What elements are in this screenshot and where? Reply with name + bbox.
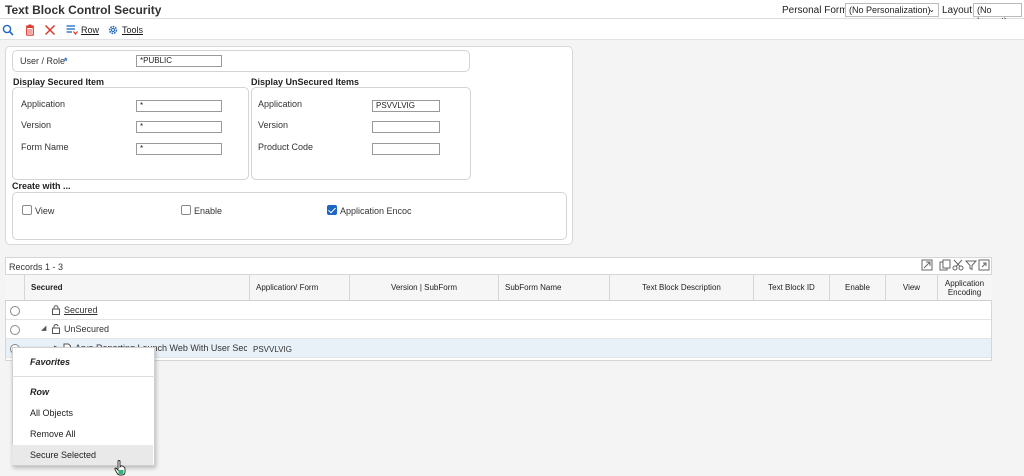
row-menu-icon[interactable] (66, 24, 78, 36)
user-role-input[interactable]: *PUBLIC (136, 55, 222, 67)
required-marker: * (64, 56, 68, 66)
filter-icon[interactable] (965, 259, 977, 271)
column-text-block-description[interactable]: Text Block Description (609, 274, 753, 301)
create-with-panel (12, 192, 567, 240)
menu-item-favorites[interactable]: Favorites (12, 352, 153, 372)
chevron-down-icon: ⌄ (928, 5, 935, 14)
layout-label: Layout: (942, 5, 975, 16)
unlock-icon (52, 324, 60, 334)
close-icon[interactable] (44, 24, 56, 36)
view-checkbox-label: View (35, 206, 55, 216)
cell-application-form: PSVVLVIG (253, 345, 292, 354)
expand-collapse-icon[interactable]: ◢ (41, 324, 46, 332)
menu-divider (12, 376, 155, 377)
secured-form-name-label: Form Name (21, 142, 69, 152)
personal-form-label: Personal Form: (782, 5, 851, 16)
secured-form-name-input[interactable]: * (136, 143, 222, 155)
tree-node-secured[interactable]: Secured (64, 305, 98, 315)
unsecured-application-input[interactable]: PSVVLVIG (372, 100, 440, 112)
unsecured-application-label: Application (258, 99, 303, 109)
secured-version-input[interactable]: * (136, 121, 222, 133)
records-count: Records 1 - 3 (9, 262, 64, 272)
enable-checkbox[interactable] (181, 205, 191, 215)
unsecured-product-code-input[interactable] (372, 143, 440, 155)
application-encoding-checkbox-label: Application Encoc (340, 206, 412, 216)
menu-item-all-objects[interactable]: All Objects (12, 403, 153, 423)
menu-item-secure-selected[interactable]: Secure Selected (12, 445, 153, 465)
column-secured[interactable]: Secured (24, 274, 249, 301)
export-icon[interactable] (921, 259, 933, 271)
secured-version-label: Version (21, 120, 52, 130)
user-role-panel (12, 50, 470, 72)
table-row[interactable] (6, 320, 991, 339)
secured-application-label: Application (21, 99, 66, 109)
delete-icon[interactable] (24, 24, 36, 36)
secured-application-input[interactable]: * (136, 100, 222, 112)
row-menu-button[interactable]: Row (81, 25, 99, 35)
column-subform-name[interactable]: SubForm Name (498, 274, 609, 301)
row-select-radio[interactable] (10, 306, 20, 316)
column-text-block-id[interactable]: Text Block ID (753, 274, 829, 301)
column-view[interactable]: View (885, 274, 937, 301)
maximize-icon[interactable] (978, 259, 990, 271)
row-select-radio[interactable] (10, 325, 20, 335)
gear-icon[interactable] (107, 24, 119, 36)
toolbar (0, 19, 1024, 40)
table-row[interactable] (6, 301, 991, 320)
unsecured-product-code-label: Product Code (258, 142, 314, 152)
personal-form-value: (No Personalization) (849, 5, 931, 15)
create-with-title: Create with ... (12, 181, 71, 191)
menu-header-row: Row (30, 387, 49, 397)
unsecured-section-title: Display UnSecured Items (251, 77, 360, 87)
application-encoding-checkbox[interactable] (327, 205, 337, 215)
search-icon[interactable] (2, 24, 14, 36)
lock-icon (52, 305, 60, 315)
view-checkbox[interactable] (22, 205, 32, 215)
tree-node-unsecured[interactable]: UnSecured (64, 324, 109, 334)
enable-checkbox-label: Enable (194, 206, 223, 216)
page-title: Text Block Control Security (5, 3, 162, 17)
personal-form-select[interactable]: (No Personalization) ⌄ (845, 3, 939, 17)
unsecured-version-label: Version (258, 120, 289, 130)
column-application-form[interactable]: Application/ Form (249, 274, 349, 301)
grid-select-header (6, 274, 24, 301)
layout-select[interactable]: (No Layout) (973, 3, 1022, 26)
unsecured-version-input[interactable] (372, 121, 440, 133)
secured-section-title: Display Secured Item (13, 77, 105, 87)
copy-icon[interactable] (939, 259, 951, 271)
column-version-subform[interactable]: Version | SubForm (349, 274, 498, 301)
cut-icon[interactable] (952, 259, 964, 271)
column-application-encoding[interactable]: Application Encoding (937, 274, 991, 301)
column-enable[interactable]: Enable (829, 274, 885, 301)
menu-item-remove-all[interactable]: Remove All (12, 424, 153, 444)
user-role-label: User / Role (20, 56, 66, 66)
tools-menu-button[interactable]: Tools (122, 25, 143, 35)
hand-cursor-icon (114, 460, 126, 476)
